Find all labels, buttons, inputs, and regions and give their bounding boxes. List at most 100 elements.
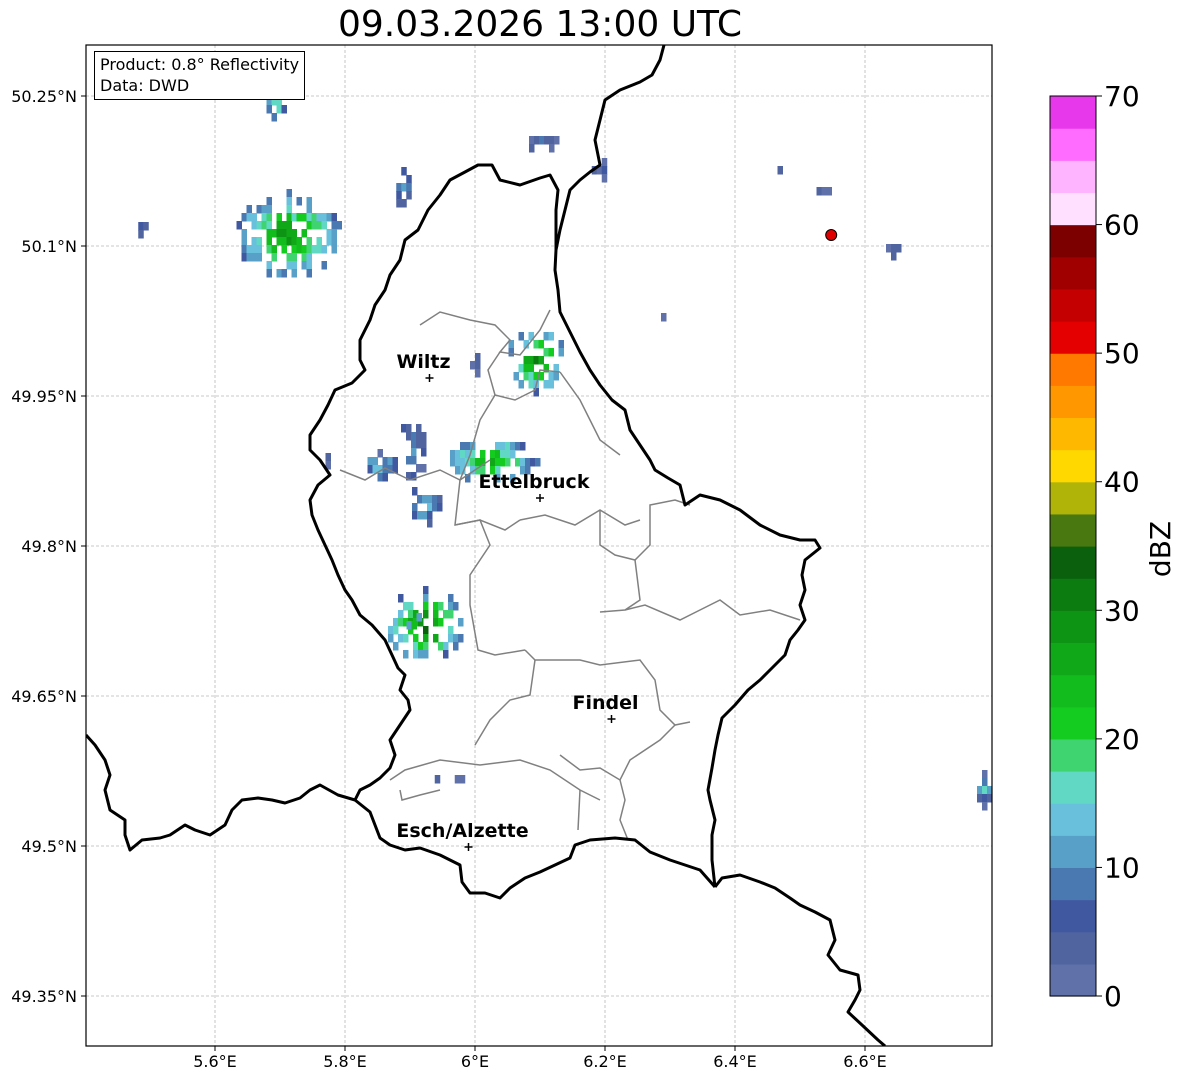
radar-pixel — [434, 775, 441, 784]
radar-pixel — [261, 205, 267, 214]
radar-pixel — [256, 237, 262, 246]
radar-pixel — [661, 313, 667, 322]
radar-pixel — [601, 158, 608, 167]
radar-pixel — [450, 458, 456, 467]
radar-pixel — [246, 253, 252, 262]
radar-pixel — [321, 245, 327, 254]
radar-pixel — [480, 450, 486, 459]
radar-pixel — [281, 229, 287, 238]
radar-pixel — [891, 244, 897, 253]
radar-pixel — [251, 245, 257, 254]
radar-pixel — [548, 348, 554, 357]
radar-pixel — [437, 503, 443, 512]
radar-pixel — [500, 458, 506, 467]
radar-pixel — [398, 634, 404, 643]
radar-pixel — [266, 269, 272, 278]
radar-pixel — [886, 244, 892, 253]
radar-pixel — [401, 199, 407, 208]
radar-pixel — [325, 453, 331, 462]
radar-pixel — [433, 602, 439, 611]
radar-pixel — [475, 458, 481, 467]
radar-pixel — [417, 511, 423, 520]
colorbar-segment — [1050, 963, 1096, 997]
radar-pixel — [393, 642, 399, 651]
lat-tick-label: 49.95°N — [11, 387, 77, 406]
radar-pixel — [443, 650, 449, 659]
radar-pixel — [401, 183, 407, 192]
radar-pixel — [523, 372, 529, 381]
radar-pixel — [403, 650, 409, 659]
radar-pixel — [306, 221, 312, 230]
radar-pixel — [331, 229, 337, 238]
radar-pixel — [281, 245, 287, 254]
radar-pixel — [266, 213, 272, 222]
colorbar-segment — [1050, 835, 1096, 869]
radar-pixel — [291, 245, 297, 254]
radar-pixel — [416, 613, 422, 622]
radar-pixel — [423, 586, 429, 595]
radar-pixel — [423, 602, 429, 611]
radar-pixel — [261, 221, 267, 230]
lat-tick-label: 49.35°N — [11, 987, 77, 1006]
radar-pixel — [138, 230, 144, 239]
radar-pixel — [326, 237, 332, 246]
lat-tick-label: 49.65°N — [11, 687, 77, 706]
colorbar-segment — [1050, 192, 1096, 226]
radar-pixel — [311, 245, 317, 254]
radar-pixel — [475, 361, 481, 370]
radar-pixel — [538, 340, 544, 349]
colorbar-segment — [1050, 224, 1096, 258]
radar-pixel — [433, 618, 439, 627]
radar-pixel — [403, 634, 409, 643]
colorbar-tick-label: 50 — [1104, 337, 1140, 370]
radar-pixel — [291, 237, 297, 246]
colorbar-segment — [1050, 706, 1096, 740]
radar-pixel — [393, 626, 399, 635]
radar-pixel — [448, 626, 454, 635]
colorbar-segment — [1050, 513, 1096, 547]
colorbar-label: dBZ — [1144, 521, 1177, 577]
radar-pixel — [286, 189, 292, 198]
radar-pixel — [448, 594, 454, 603]
radar-pixel — [421, 440, 427, 449]
radar-pixel — [601, 166, 608, 175]
radar-pixel — [427, 495, 433, 504]
radar-pixel — [266, 237, 272, 246]
radar-pixel — [544, 136, 550, 145]
lat-tick-label: 50.1°N — [21, 237, 77, 256]
radar-pixel — [548, 332, 554, 341]
radar-pixel — [423, 634, 429, 643]
radar-pixel — [413, 634, 419, 643]
radar-pixel — [398, 594, 404, 603]
radar-pixel — [306, 245, 312, 254]
radar-pixel — [306, 205, 312, 214]
radar-pixel — [520, 442, 526, 451]
radar-pixel — [331, 221, 337, 230]
radar-pixel — [286, 237, 292, 246]
colorbar-segment — [1050, 738, 1096, 772]
radar-pixel — [977, 794, 983, 803]
radar-pixel — [301, 245, 307, 254]
radar-echo-cell — [661, 313, 667, 322]
radar-pixel — [510, 442, 516, 451]
radar-pixel — [423, 650, 429, 659]
radar-pixel — [331, 237, 337, 246]
radar-echo-cell — [777, 166, 783, 175]
radar-pixel — [331, 245, 337, 254]
colorbar-segment — [1050, 160, 1096, 194]
radar-pixel — [367, 457, 373, 466]
radar-pixel — [241, 253, 247, 262]
radar-pixel — [982, 786, 988, 795]
radar-pixel — [554, 136, 560, 145]
radar-pixel — [331, 213, 337, 222]
radar-pixel — [510, 450, 516, 459]
radar-pixel — [549, 144, 555, 153]
radar-pixel — [891, 252, 897, 261]
radar-pixel — [460, 442, 466, 451]
radar-pixel — [448, 610, 454, 619]
radar-pixel — [427, 511, 433, 520]
radar-pixel — [529, 136, 535, 145]
radar-pixel — [475, 369, 481, 378]
radar-pixel — [515, 458, 521, 467]
radar-pixel — [455, 466, 461, 475]
